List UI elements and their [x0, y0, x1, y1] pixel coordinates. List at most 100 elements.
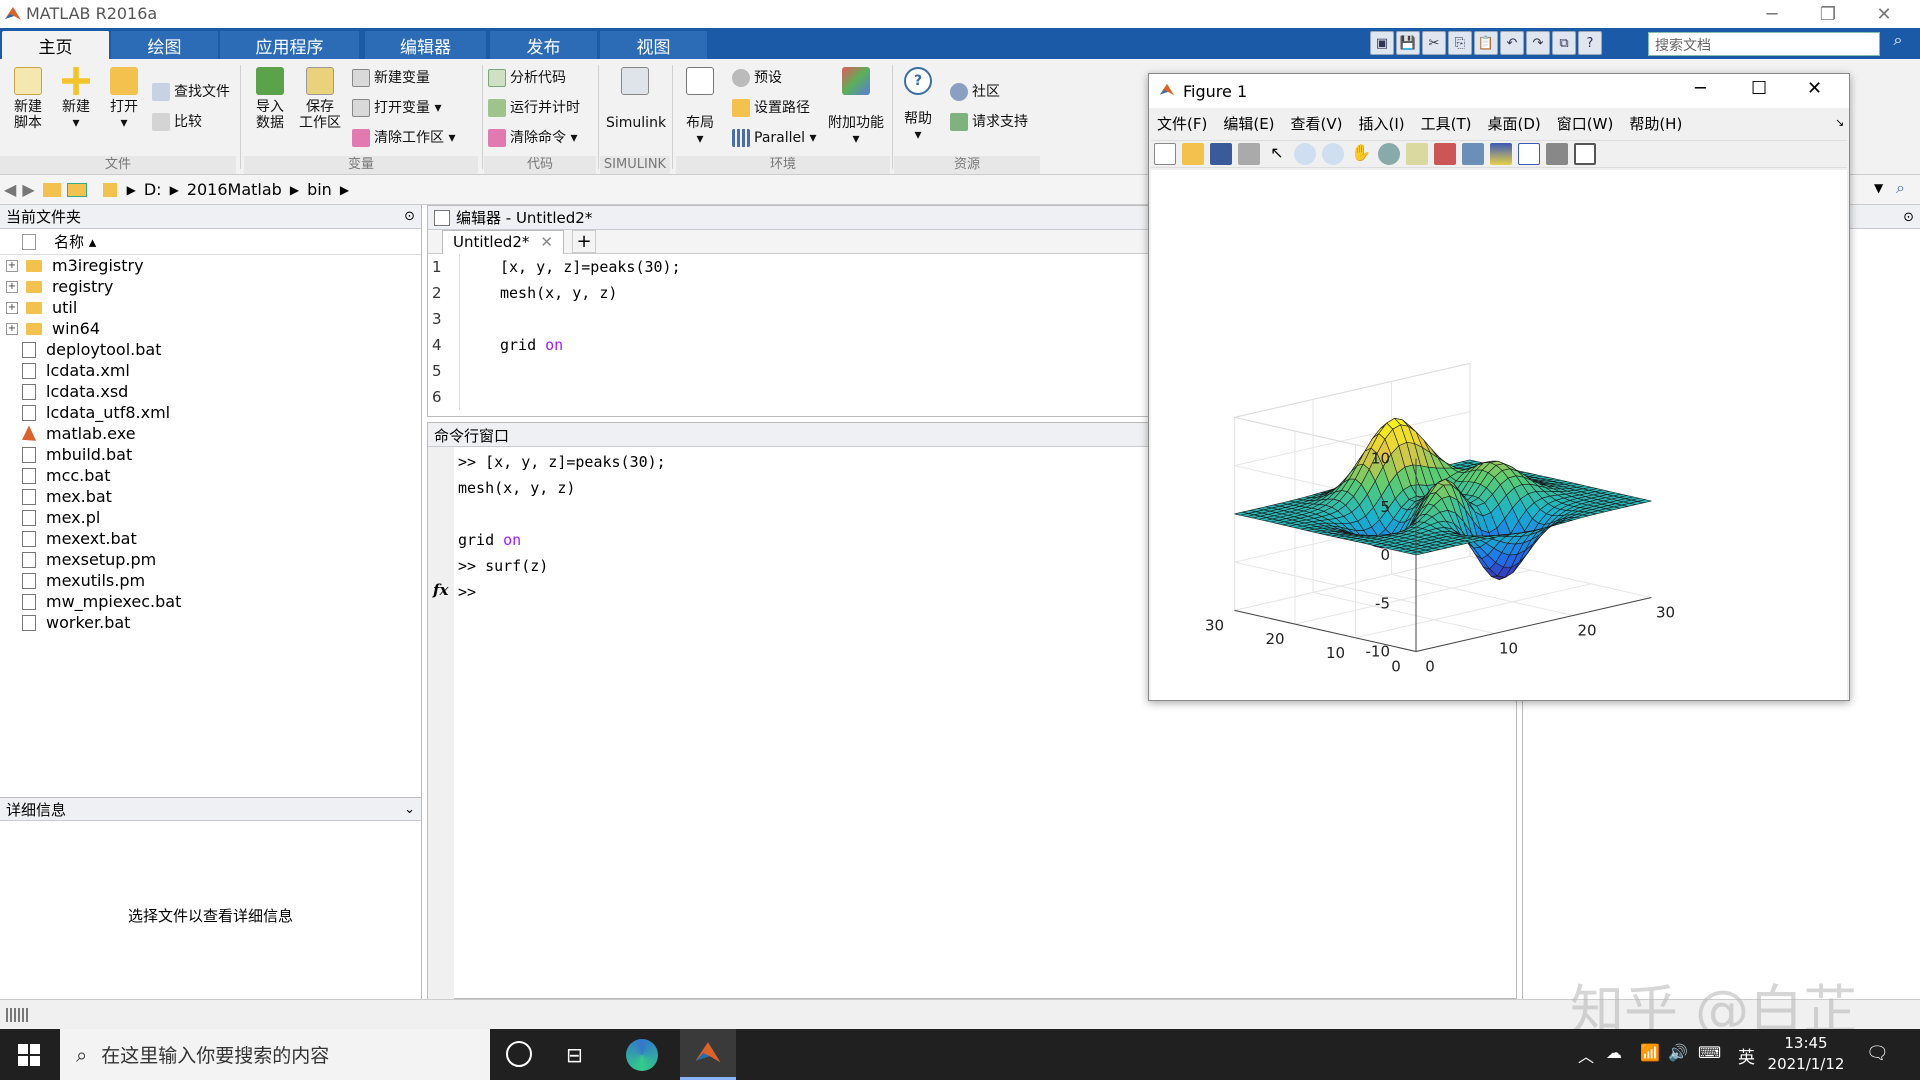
list-item[interactable]: lcdata.xsd	[16, 381, 421, 402]
breadcrumb-drive[interactable]: D:	[144, 180, 162, 199]
editor-tab[interactable]: Untitled2* ✕	[442, 229, 564, 254]
details-header[interactable]: 详细信息 ⌄	[0, 797, 421, 821]
redo-icon[interactable]: ↷	[1526, 31, 1550, 55]
code-line[interactable]	[500, 384, 681, 410]
maximize-button[interactable]: ☐	[1751, 78, 1767, 99]
open-button[interactable]: 打开 ▾	[104, 67, 144, 131]
add-tab-icon[interactable]: +	[572, 230, 596, 253]
matlab-taskbar-button[interactable]	[680, 1029, 736, 1080]
figure-menu-item[interactable]: 桌面(D)	[1488, 113, 1541, 134]
minimize-button[interactable]: ─	[1744, 0, 1800, 28]
wifi-icon[interactable]: 📶	[1640, 1043, 1660, 1062]
parallel-button[interactable]: Parallel ▾	[732, 129, 817, 147]
clear-workspace-button[interactable]: 清除工作区 ▾	[352, 129, 455, 147]
keyboard-icon[interactable]: ⌨	[1698, 1043, 1721, 1062]
edge-icon[interactable]	[626, 1039, 658, 1071]
copy-icon[interactable]: ⎘	[1448, 31, 1472, 55]
run-and-time-button[interactable]: 运行并计时	[488, 99, 580, 117]
zoom-in-icon[interactable]	[1294, 143, 1316, 165]
simulink-button[interactable]: Simulink	[606, 67, 666, 131]
community-button[interactable]: 社区	[950, 83, 1000, 101]
forward-icon[interactable]: ▶	[22, 180, 34, 199]
list-item[interactable]: + m3iregistry	[0, 255, 421, 276]
help-icon[interactable]: ?	[1578, 31, 1602, 55]
clock[interactable]: 13:45 2021/1/12	[1766, 1033, 1846, 1075]
tab-home[interactable]: 主页	[2, 31, 110, 59]
list-item[interactable]: + registry	[0, 276, 421, 297]
list-item[interactable]: lcdata_utf8.xml	[16, 402, 421, 423]
code-line[interactable]: [x, y, z]=peaks(30);	[500, 254, 681, 280]
figure-menu-item[interactable]: 编辑(E)	[1223, 113, 1274, 134]
code-line[interactable]	[500, 358, 681, 384]
list-item[interactable]: mexsetup.pm	[16, 549, 421, 570]
find-files-button[interactable]: 查找文件	[152, 83, 230, 101]
zoom-out-icon[interactable]	[1322, 143, 1344, 165]
set-path-button[interactable]: 设置路径	[732, 99, 810, 117]
compare-button[interactable]: 比较	[152, 113, 202, 131]
ime-indicator[interactable]: 英	[1738, 1043, 1755, 1068]
colorbar-icon[interactable]	[1490, 143, 1512, 165]
list-item[interactable]: worker.bat	[16, 612, 421, 633]
pan-icon[interactable]: ✋	[1350, 143, 1372, 165]
list-item[interactable]: + win64	[0, 318, 421, 339]
pointer-icon[interactable]: ↖	[1266, 143, 1288, 165]
legend-icon[interactable]	[1518, 143, 1540, 165]
browse-folder-icon[interactable]	[66, 182, 87, 197]
list-item[interactable]: mexext.bat	[16, 528, 421, 549]
list-item[interactable]: mexutils.pm	[16, 570, 421, 591]
open-file-icon[interactable]	[1182, 143, 1204, 165]
tab-editor[interactable]: 编辑器	[365, 31, 487, 59]
list-item[interactable]: deploytool.bat	[16, 339, 421, 360]
help-button[interactable]: ? 帮助 ▾	[898, 67, 938, 143]
close-tab-icon[interactable]: ✕	[540, 233, 553, 251]
close-button[interactable]: ✕	[1807, 78, 1822, 99]
tray-chevron-icon[interactable]: ︿	[1578, 1043, 1594, 1067]
breadcrumb-folder[interactable]: 2016Matlab	[187, 180, 282, 199]
layout-icon[interactable]: ▣	[1370, 31, 1394, 55]
code-line[interactable]: mesh(x, y, z)	[500, 280, 681, 306]
figure-menu-item[interactable]: 工具(T)	[1421, 113, 1472, 134]
open-variable-button[interactable]: 打开变量 ▾	[352, 99, 441, 117]
list-item[interactable]: mbuild.bat	[16, 444, 421, 465]
layout-button[interactable]: 布局 ▾	[680, 67, 720, 147]
tab-view[interactable]: 视图	[600, 31, 708, 59]
link-plot-icon[interactable]	[1462, 143, 1484, 165]
tab-apps[interactable]: 应用程序	[220, 31, 360, 59]
brush-icon[interactable]	[1434, 143, 1456, 165]
expand-icon[interactable]: +	[6, 322, 18, 335]
undo-icon[interactable]: ↶	[1500, 31, 1524, 55]
analyze-code-button[interactable]: 分析代码	[488, 69, 566, 87]
save-icon[interactable]	[1210, 143, 1232, 165]
switch-windows-icon[interactable]: ⧉	[1552, 31, 1576, 55]
task-view-icon[interactable]: ⊟	[566, 1043, 583, 1067]
list-item[interactable]: + util	[0, 297, 421, 318]
expand-icon[interactable]: +	[6, 280, 18, 293]
figure-menu-item[interactable]: 窗口(W)	[1557, 113, 1614, 134]
tab-plots[interactable]: 绘图	[111, 31, 219, 59]
preferences-button[interactable]: 预设	[732, 69, 782, 87]
minimize-button[interactable]: ─	[1695, 78, 1706, 99]
figure-menu-item[interactable]: 帮助(H)	[1629, 113, 1682, 134]
up-folder-icon[interactable]	[42, 182, 61, 197]
back-icon[interactable]: ◀	[4, 180, 16, 199]
show-tools-icon[interactable]	[1574, 143, 1596, 165]
figure-menu-item[interactable]: 插入(I)	[1359, 113, 1405, 134]
figure-menu-item[interactable]: 查看(V)	[1291, 113, 1343, 134]
panel-menu-icon[interactable]: ⊙	[404, 209, 415, 224]
close-button[interactable]: ✕	[1856, 0, 1912, 28]
taskbar-search[interactable]: ⌕ 在这里输入你要搜索的内容	[60, 1029, 490, 1080]
new-variable-button[interactable]: 新建变量	[352, 69, 430, 87]
list-item[interactable]: mw_mpiexec.bat	[16, 591, 421, 612]
list-item[interactable]: lcdata.xml	[16, 360, 421, 381]
cut-icon[interactable]: ✂	[1422, 31, 1446, 55]
list-item[interactable]: mcc.bat	[16, 465, 421, 486]
column-header[interactable]: 名称 ▴	[0, 229, 421, 255]
request-support-button[interactable]: 请求支持	[950, 113, 1028, 131]
save-workspace-button[interactable]: 保存 工作区	[298, 67, 342, 131]
list-item[interactable]: matlab.exe	[16, 423, 421, 444]
clear-commands-button[interactable]: 清除命令 ▾	[488, 129, 577, 147]
expand-icon[interactable]: +	[6, 259, 18, 272]
save-icon[interactable]: 💾	[1396, 31, 1420, 55]
new-button[interactable]: 新建 ▾	[56, 67, 96, 131]
start-button[interactable]	[0, 1029, 58, 1080]
